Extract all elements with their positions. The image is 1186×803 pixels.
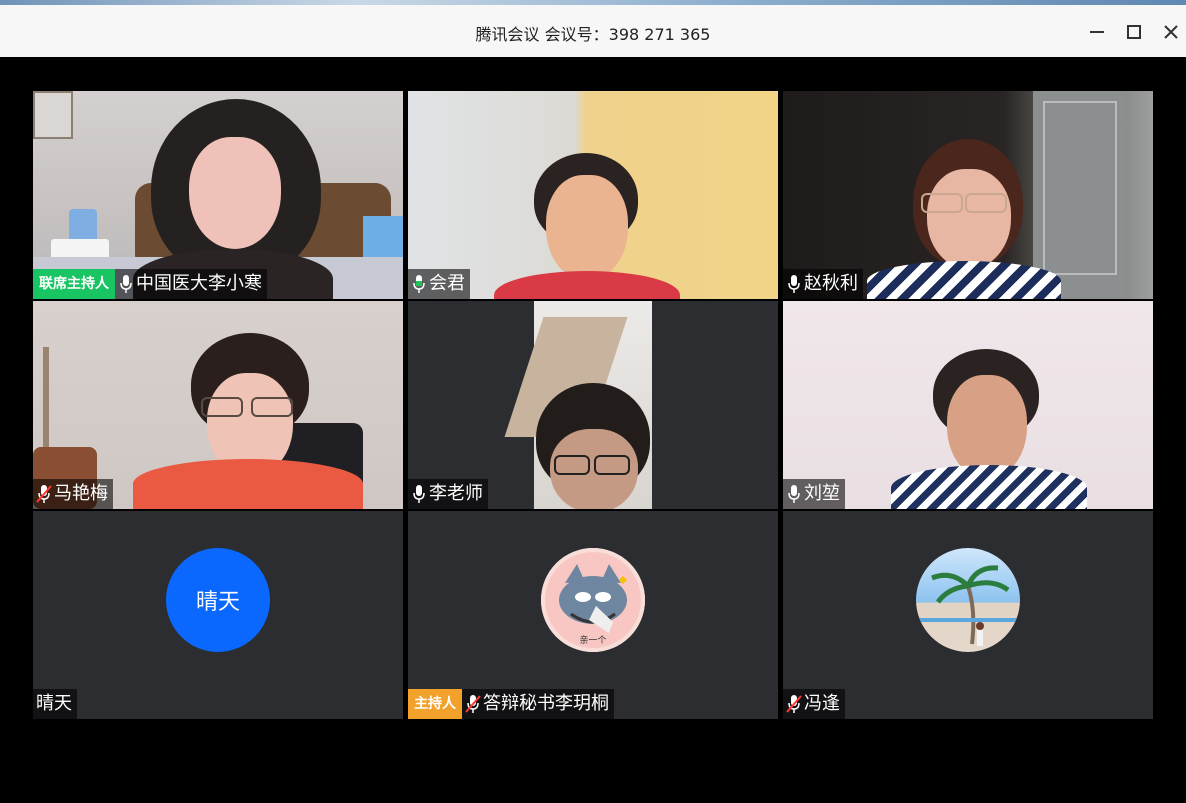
maximize-button[interactable] bbox=[1123, 21, 1145, 43]
avatar-tile-2[interactable]: 亲一个 主持人 答辩秘书李玥桐 bbox=[408, 511, 778, 719]
video-feed bbox=[408, 91, 778, 299]
participant-label: 李老师 bbox=[408, 479, 488, 509]
microphone-muted-icon bbox=[36, 484, 52, 504]
avatar-tile-1[interactable]: 晴天 晴天 bbox=[33, 511, 403, 719]
participant-label: 赵秋利 bbox=[783, 269, 863, 299]
participant-label: 联席主持人 中国医大李小寒 bbox=[33, 269, 267, 299]
host-badge: 主持人 bbox=[408, 689, 462, 719]
microphone-muted-icon bbox=[786, 694, 802, 714]
video-feed bbox=[504, 301, 652, 509]
video-tile-1[interactable]: 联席主持人 中国医大李小寒 bbox=[33, 91, 403, 299]
participant-name: 马艳梅 bbox=[54, 483, 108, 504]
minimize-button[interactable] bbox=[1086, 21, 1108, 43]
meeting-stage: 联席主持人 中国医大李小寒 会君 赵秋利 马艳梅 李老师 刘堃 晴天 晴天 亲一… bbox=[0, 57, 1186, 803]
participant-name: 晴天 bbox=[33, 689, 77, 719]
participant-name: 冯逢 bbox=[804, 693, 840, 714]
video-tile-4[interactable]: 马艳梅 bbox=[33, 301, 403, 509]
avatar-tile-3[interactable]: 冯逢 bbox=[783, 511, 1153, 719]
participant-name: 中国医大李小寒 bbox=[136, 273, 262, 294]
participant-label: 主持人 答辩秘书李玥桐 bbox=[408, 689, 614, 719]
microphone-icon bbox=[411, 484, 427, 504]
video-feed bbox=[783, 91, 1153, 299]
participant-avatar: 晴天 bbox=[166, 548, 270, 652]
close-button[interactable] bbox=[1160, 21, 1182, 43]
minimize-icon bbox=[1090, 31, 1104, 33]
video-tile-2[interactable]: 会君 bbox=[408, 91, 778, 299]
microphone-icon bbox=[786, 484, 802, 504]
microphone-icon bbox=[786, 274, 802, 294]
participant-avatar bbox=[916, 548, 1020, 652]
video-tile-6[interactable]: 刘堃 bbox=[783, 301, 1153, 509]
close-icon bbox=[1164, 25, 1178, 39]
title-bar: 腾讯会议 会议号：398 271 365 bbox=[0, 5, 1186, 57]
beach-palm-avatar bbox=[916, 565, 1020, 646]
maximize-icon bbox=[1127, 25, 1141, 39]
video-tile-3[interactable]: 赵秋利 bbox=[783, 91, 1153, 299]
participant-name: 刘堃 bbox=[804, 483, 840, 504]
avatar-caption: 亲一个 bbox=[579, 636, 607, 646]
participant-label: 会君 bbox=[408, 269, 470, 299]
microphone-icon bbox=[118, 274, 134, 294]
video-feed bbox=[33, 91, 403, 299]
video-tile-5[interactable]: 李老师 bbox=[408, 301, 778, 509]
participant-avatar: 亲一个 bbox=[541, 548, 645, 652]
video-feed bbox=[33, 301, 403, 509]
participant-label: 马艳梅 bbox=[33, 479, 113, 509]
participant-label: 晴天 bbox=[33, 689, 77, 719]
participant-name: 会君 bbox=[429, 273, 465, 294]
co-host-badge: 联席主持人 bbox=[33, 269, 115, 299]
microphone-muted-icon bbox=[465, 694, 481, 714]
microphone-active-icon bbox=[411, 274, 427, 294]
video-feed bbox=[783, 301, 1153, 509]
window-title: 腾讯会议 会议号：398 271 365 bbox=[475, 25, 711, 44]
participant-name: 李老师 bbox=[429, 483, 483, 504]
participant-label: 冯逢 bbox=[783, 689, 845, 719]
participant-name: 答辩秘书李玥桐 bbox=[483, 693, 609, 714]
participant-name: 赵秋利 bbox=[804, 273, 858, 294]
participant-label: 刘堃 bbox=[783, 479, 845, 509]
